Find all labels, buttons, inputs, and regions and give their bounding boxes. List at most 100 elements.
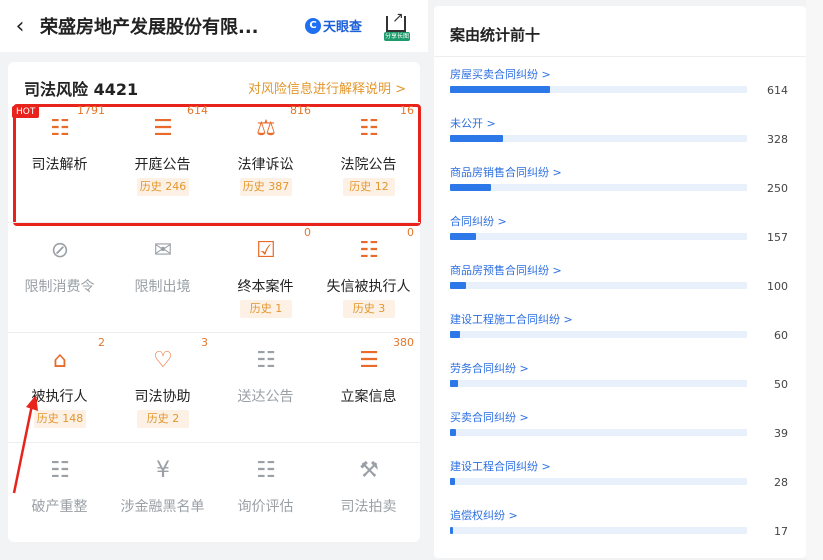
case-stat-track — [450, 86, 747, 93]
case-stat-bar — [450, 233, 476, 240]
risk-item-count: 3 — [201, 336, 208, 349]
case-stat-name[interactable]: 未公开 > — [450, 115, 496, 131]
risk-item[interactable]: ⚖ 法律诉讼 816 历史 387 — [214, 104, 317, 214]
logo-c-icon: C — [305, 17, 321, 34]
scale-icon: ⚖ — [256, 116, 276, 141]
risk-item-label: 询价评估 — [237, 499, 294, 515]
case-stat-value: 50 — [774, 378, 788, 391]
risk-title: 司法风险 4421 — [24, 80, 139, 99]
history-badge: 历史 2 — [137, 410, 189, 428]
case-stat-name[interactable]: 建设工程施工合同纠纷 > — [450, 311, 573, 327]
case-stat-track — [450, 527, 747, 534]
risk-item-count: 380 — [393, 336, 414, 349]
risk-grid-row: ⊘ 限制消费令 ✉ 限制出境 ☑ 终本案件 0 历史 1 ☷ 失信被执行人 0 历史 3 — [8, 226, 420, 336]
risk-grid-row: ☷ 破产重整 ¥ 涉金融黑名单 ☷ 询价评估 ⚒ 司法拍卖 — [8, 446, 420, 556]
case-stat-row[interactable]: 建设工程施工合同纠纷 > 60 — [450, 311, 800, 351]
title-divider — [434, 56, 806, 57]
case-stat-bar — [450, 429, 457, 436]
risk-item-count: 0 — [304, 226, 311, 239]
case-stat-row[interactable]: 买卖合同纠纷 > 39 — [450, 409, 800, 449]
case-stat-row[interactable]: 商品房预售合同纠纷 > 100 — [450, 262, 800, 302]
risk-item[interactable]: ☰ 开庭公告 614 历史 246 — [111, 104, 214, 214]
history-badge: 历史 246 — [137, 178, 189, 196]
case-stat-bar — [450, 331, 460, 338]
case-stat-name[interactable]: 建设工程合同纠纷 > — [450, 458, 551, 474]
case-stat-value: 157 — [767, 231, 788, 244]
risk-item[interactable]: ☰ 立案信息 380 — [317, 336, 420, 446]
risk-item[interactable]: ☷ 送达公告 — [214, 336, 317, 446]
case-stat-value: 328 — [767, 133, 788, 146]
case-stat-bar — [450, 282, 467, 289]
case-stat-track — [450, 282, 747, 289]
risk-item-label: 限制出境 — [134, 279, 191, 295]
case-stat-track — [450, 478, 747, 485]
risk-item-count: 2 — [98, 336, 105, 349]
risk-item[interactable]: ☷ 询价评估 — [214, 446, 317, 556]
risk-item[interactable]: ☷ 法院公告 16 历史 12 — [317, 104, 420, 214]
case-stat-name[interactable]: 追偿权纠纷 > — [450, 507, 518, 523]
risk-item-label: 失信被执行人 — [326, 279, 411, 295]
case-stat-value: 28 — [774, 476, 788, 489]
risk-item-label: 限制消费令 — [24, 279, 95, 295]
risk-item-count: 0 — [407, 226, 414, 239]
filing-icon: ☰ — [359, 348, 379, 373]
risk-item-count: 16 — [400, 104, 414, 117]
risk-item[interactable]: ♡ 司法协助 3 历史 2 — [111, 336, 214, 446]
risk-item[interactable]: ⚒ 司法拍卖 — [317, 446, 420, 556]
case-stat-name[interactable]: 买卖合同纠纷 > — [450, 409, 529, 425]
case-stat-name[interactable]: 劳务合同纠纷 > — [450, 360, 529, 376]
row-separator — [8, 442, 420, 443]
risk-item[interactable]: ✉ 限制出境 — [111, 226, 214, 336]
case-stat-row[interactable]: 劳务合同纠纷 > 50 — [450, 360, 800, 400]
risk-explain-link[interactable]: 对风险信息进行解释说明 > — [248, 78, 406, 97]
risk-item-label: 法律诉讼 — [237, 157, 294, 173]
restrict-icon: ⊘ — [50, 238, 70, 263]
risk-item[interactable]: ☷ 司法解析 1791 HOT — [8, 104, 111, 214]
history-badge: 历史 387 — [240, 178, 292, 196]
risk-item-label: 送达公告 — [237, 389, 294, 405]
share-arrow-icon: ↗ — [392, 10, 404, 26]
screenshot: ‹ 荣盛房地产发展股份有限... C 天眼查 ↗ 分享长图 司法风险 4421 对… — [0, 0, 823, 560]
case-stat-track — [450, 184, 747, 191]
risk-item[interactable]: ¥ 涉金融黑名单 — [111, 446, 214, 556]
row-separator — [8, 222, 420, 223]
risk-item[interactable]: ☑ 终本案件 0 历史 1 — [214, 226, 317, 336]
top-bar: ‹ 荣盛房地产发展股份有限... C 天眼查 ↗ 分享长图 — [0, 0, 428, 52]
page-title: 荣盛房地产发展股份有限... — [40, 17, 259, 38]
risk-item-label: 开庭公告 — [134, 157, 191, 173]
case-stat-name[interactable]: 房屋买卖合同纠纷 > — [450, 66, 551, 82]
case-stat-row[interactable]: 未公开 > 328 — [450, 115, 800, 155]
appraisal-icon: ☷ — [256, 458, 276, 483]
risk-item-count: 1791 — [77, 104, 105, 117]
risk-item-label: 司法协助 — [134, 389, 191, 405]
case-stat-row[interactable]: 追偿权纠纷 > 17 — [450, 507, 800, 547]
case-stat-name[interactable]: 商品房预售合同纠纷 > — [450, 262, 562, 278]
shield-icon: ♡ — [153, 348, 173, 373]
case-stat-name[interactable]: 商品房销售合同纠纷 > — [450, 164, 562, 180]
case-stat-bar — [450, 478, 455, 485]
case-stat-track — [450, 380, 747, 387]
case-stat-value: 60 — [774, 329, 788, 342]
row-separator — [8, 332, 420, 333]
case-stat-value: 39 — [774, 427, 788, 440]
document-icon: ☰ — [153, 116, 173, 141]
risk-item[interactable]: ⊘ 限制消费令 — [8, 226, 111, 336]
red-arrow-annotation — [12, 395, 38, 494]
share-button[interactable]: ↗ 分享长图 — [384, 10, 410, 41]
risk-item-label: 司法拍卖 — [340, 499, 397, 515]
risk-item[interactable]: ☷ 失信被执行人 0 历史 3 — [317, 226, 420, 336]
case-stat-row[interactable]: 合同纠纷 > 157 — [450, 213, 800, 253]
case-stat-name[interactable]: 合同纠纷 > — [450, 213, 507, 229]
case-stat-row[interactable]: 建设工程合同纠纷 > 28 — [450, 458, 800, 498]
case-stat-bar — [450, 86, 550, 93]
case-stat-row[interactable]: 房屋买卖合同纠纷 > 614 — [450, 66, 800, 106]
case-stat-row[interactable]: 商品房销售合同纠纷 > 250 — [450, 164, 800, 204]
auction-icon: ⚒ — [359, 458, 379, 483]
judicial-risk-card: 司法风险 4421 对风险信息进行解释说明 > ☷ 司法解析 1791 HOT ☰ 开庭公… — [8, 62, 421, 542]
back-button[interactable]: ‹ — [0, 14, 40, 39]
case-stat-track — [450, 233, 747, 240]
case-stat-bar — [450, 135, 504, 142]
history-badge: 历史 1 — [240, 300, 292, 318]
id-card-icon: ☷ — [359, 238, 379, 263]
case-stat-bar — [450, 527, 453, 534]
